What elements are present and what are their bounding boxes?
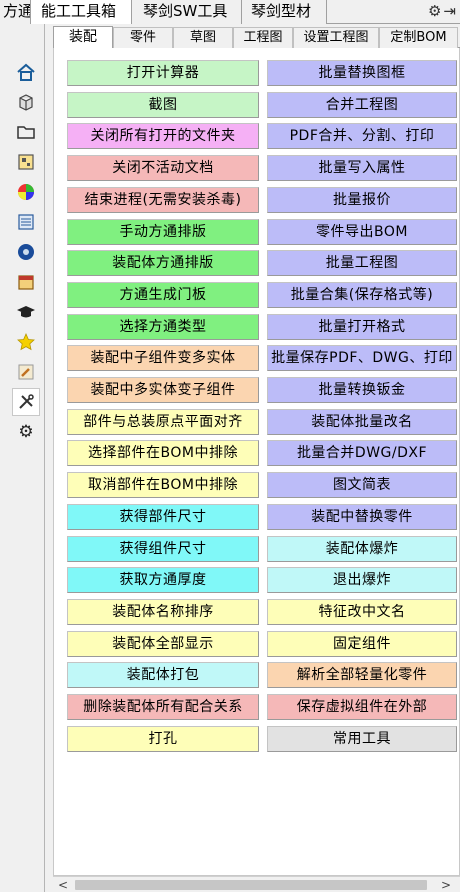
tool-button-right-11[interactable]: 装配体批量改名 [267, 409, 457, 435]
tool-button-left-3[interactable]: 关闭不活动文档 [67, 155, 259, 181]
tool-button-right-3[interactable]: 批量写入属性 [267, 155, 457, 181]
pin-icon[interactable]: ⇥ [443, 2, 456, 20]
tool-button-left-1[interactable]: 截图 [67, 92, 259, 118]
tool-button-left-4[interactable]: 结束进程(无需安装杀毒) [67, 187, 259, 213]
tool-button-right-15[interactable]: 装配体爆炸 [267, 536, 457, 562]
disc-icon[interactable] [12, 238, 40, 266]
tool-button-right-13[interactable]: 图文简表 [267, 472, 457, 498]
tool-button-right-12[interactable]: 批量合并DWG/DXF [267, 440, 457, 466]
tab-sketch[interactable]: 草图 [173, 27, 233, 48]
tool-button-right-4[interactable]: 批量报价 [267, 187, 457, 213]
tool-button-left-19[interactable]: 装配体打包 [67, 662, 259, 688]
gear-icon[interactable]: ⚙ [428, 2, 441, 20]
tool-button-right-9[interactable]: 批量保存PDF、DWG、打印 [267, 345, 457, 371]
tool-button-right-6[interactable]: 批量工程图 [267, 250, 457, 276]
tab-assembly[interactable]: 装配 [53, 26, 113, 49]
tool-button-right-14[interactable]: 装配中替换零件 [267, 504, 457, 530]
tool-button-left-16[interactable]: 获取方通厚度 [67, 567, 259, 593]
home-icon[interactable] [12, 58, 40, 86]
tool-button-left-9[interactable]: 装配中子组件变多实体 [67, 345, 259, 371]
tool-button-left-0[interactable]: 打开计算器 [67, 60, 259, 86]
tool-button-right-10[interactable]: 批量转换钣金 [267, 377, 457, 403]
tool-button-left-5[interactable]: 手动方通排版 [67, 219, 259, 245]
scroll-right-arrow[interactable]: > [440, 877, 452, 892]
tool-button-right-20[interactable]: 保存虚拟组件在外部 [267, 694, 457, 720]
list-icon[interactable] [12, 208, 40, 236]
cube-icon[interactable] [12, 88, 40, 116]
tool-button-left-13[interactable]: 取消部件在BOM中排除 [67, 472, 259, 498]
tool-button-right-17[interactable]: 特征改中文名 [267, 599, 457, 625]
tool-button-right-19[interactable]: 解析全部轻量化零件 [267, 662, 457, 688]
tool-button-left-18[interactable]: 装配体全部显示 [67, 631, 259, 657]
top-tab-fangtong[interactable]: 方通 [0, 0, 31, 24]
grid-icon[interactable] [12, 148, 40, 176]
scroll-left-arrow[interactable]: < [57, 877, 69, 892]
button-grid: 打开计算器截图关闭所有打开的文件夹 关闭不活动文档 结束进程(无需安装杀毒) 手动方通… [53, 48, 460, 876]
tools-icon[interactable] [12, 388, 40, 416]
folder-icon[interactable] [12, 118, 40, 146]
graduation-cap-icon[interactable] [12, 298, 40, 326]
settings-icon[interactable]: ⚙ [12, 418, 40, 446]
scroll-thumb[interactable] [75, 880, 427, 890]
top-tab-strip: 方通 能工工具箱 琴剑SW工具 琴剑型材 ⚙ ⇥ [0, 0, 460, 24]
tool-button-left-6[interactable]: 装配体方通排版 [67, 250, 259, 276]
tool-button-left-14[interactable]: 获得部件尺寸 [67, 504, 259, 530]
tool-button-left-2[interactable]: 关闭所有打开的文件夹 [67, 123, 259, 149]
color-wheel-icon[interactable] [12, 178, 40, 206]
tool-button-left-21[interactable]: 打孔 [67, 726, 259, 752]
top-tab-sw-tools[interactable]: 琴剑SW工具 [132, 0, 242, 24]
star-icon[interactable] [12, 328, 40, 356]
tool-button-right-8[interactable]: 批量打开格式 [267, 314, 457, 340]
calendar-icon[interactable] [12, 268, 40, 296]
tool-button-right-21[interactable]: 常用工具 [267, 726, 457, 752]
tool-button-right-18[interactable]: 固定组件 [267, 631, 457, 657]
tool-button-left-8[interactable]: 选择方通类型 [67, 314, 259, 340]
tab-part[interactable]: 零件 [113, 27, 173, 48]
left-tool-strip: ⚙ [0, 24, 45, 892]
tab-drawing[interactable]: 工程图 [233, 27, 293, 48]
main-panel: 装配 零件 草图 工程图 设置工程图 定制BOM 打开计算器截图关闭所有打开的文… [45, 24, 460, 892]
tool-button-left-15[interactable]: 获得组件尺寸 [67, 536, 259, 562]
top-icons: ⚙ ⇥ [428, 2, 456, 20]
tab-custom-bom[interactable]: 定制BOM [379, 27, 458, 48]
tool-button-right-5[interactable]: 零件导出BOM [267, 219, 457, 245]
tool-button-left-11[interactable]: 部件与总装原点平面对齐 [67, 409, 259, 435]
tool-button-right-1[interactable]: 合并工程图 [267, 92, 457, 118]
tab-drawing-settings[interactable]: 设置工程图 [293, 27, 379, 48]
horizontal-scrollbar[interactable]: < > [53, 876, 460, 892]
tool-button-left-17[interactable]: 装配体名称排序 [67, 599, 259, 625]
tool-button-right-7[interactable]: 批量合集(保存格式等) [267, 282, 457, 308]
tool-button-right-0[interactable]: 批量替换图框 [267, 60, 457, 86]
tool-button-right-2[interactable]: PDF合并、分割、打印 [267, 123, 457, 149]
tool-button-left-12[interactable]: 选择部件在BOM中排除 [67, 440, 259, 466]
pencil-icon[interactable] [12, 358, 40, 386]
sub-tab-strip: 装配 零件 草图 工程图 设置工程图 定制BOM [53, 26, 460, 49]
top-tab-toolbox[interactable]: 能工工具箱 [31, 0, 132, 24]
tool-button-right-16[interactable]: 退出爆炸 [267, 567, 457, 593]
tool-button-left-7[interactable]: 方通生成门板 [67, 282, 259, 308]
tool-button-left-10[interactable]: 装配中多实体变子组件 [67, 377, 259, 403]
top-tab-profiles[interactable]: 琴剑型材 [242, 0, 327, 24]
tool-button-left-20[interactable]: 删除装配体所有配合关系 [67, 694, 259, 720]
